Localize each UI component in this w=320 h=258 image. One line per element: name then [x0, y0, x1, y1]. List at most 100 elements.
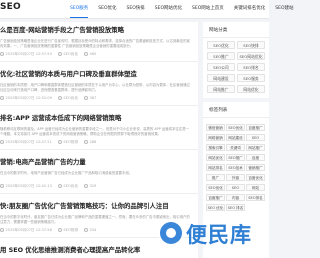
category-widget: 网站分类 SEO优化 SEO快排 SEO推广 SEO网站优化 SEO公司 SEO… — [203, 22, 269, 98]
article-category[interactable]: SEO优化 — [63, 184, 78, 189]
watermark: 便民库 — [160, 216, 270, 256]
article-meta: 2025年05月07日 12:52:09 SEO优化 367 — [0, 95, 96, 101]
folder-icon — [57, 96, 62, 100]
article-meta: 2025年05月07日 12:42:13 SEO优化 329 — [0, 183, 96, 189]
article-category[interactable]: SEO快排 — [63, 228, 78, 233]
article-category[interactable]: SEO优化 — [63, 96, 78, 101]
tag-item[interactable]: SEO优化 — [226, 124, 245, 131]
clock-icon — [0, 52, 4, 56]
article-category[interactable]: SEO优化 — [63, 52, 78, 57]
folder-icon — [57, 52, 62, 56]
divider — [0, 105, 198, 106]
tag-widget-title: 标签列表 — [209, 108, 228, 113]
article-excerpt: 广告营销投放策略是指企业在进行广告宣传时，根据目标受众的特点和需求，选择合适的广… — [0, 39, 190, 48]
article-title[interactable]: 快:朋友圈广告优化广告营销策略技巧：让你的品牌引人注目 — [0, 202, 196, 211]
folder-icon — [57, 140, 62, 144]
tag-item[interactable]: 关键词 — [226, 144, 245, 151]
article-views: 254 — [89, 228, 97, 232]
tag-item[interactable]: 百度推广 — [206, 194, 225, 201]
clock-icon — [0, 228, 4, 232]
tag-item[interactable]: 内链 — [226, 194, 245, 201]
category-seo-optimization[interactable]: SEO优化 — [207, 41, 235, 49]
category-seo-site-optimization[interactable]: SEO网站优化 — [237, 52, 265, 60]
tag-item[interactable]: 营销推广 — [246, 164, 265, 171]
article-meta: 2025年05月07日 12:47:21 SEO快排 286 — [0, 139, 96, 145]
main-nav: SEO服务 SEO优化 SEO快排 SEO网站优化 SEO网站上首页 关键词排名… — [70, 0, 304, 18]
clock-icon — [0, 96, 4, 100]
clock-icon — [0, 184, 4, 188]
category-seo-company[interactable]: SEO公司 — [207, 63, 235, 71]
tag-item[interactable]: SEO 排名 — [226, 204, 245, 211]
divider — [0, 149, 198, 150]
article-views: 329 — [89, 184, 97, 188]
article-meta: 2025年05月07日 12:57:53 SEO优化 465 — [0, 51, 96, 57]
article-meta: 2025年05月07日 12:37:58 SEO快排 254 — [0, 227, 96, 233]
eye-icon — [83, 228, 88, 232]
article-title[interactable]: 排名:APP 运营成本低成下的网络营销策略 — [0, 114, 196, 123]
article-date: 2025年05月07日 12:37:58 — [5, 227, 52, 232]
category-widget-title: 网站分类 — [209, 28, 228, 33]
article-excerpt: 随着移动互联网的普及，APP 运营已经成为企业营销的重要手段之一。但是对于中小企… — [0, 127, 189, 136]
article-date: 2025年05月07日 12:42:13 — [5, 183, 52, 188]
tag-item[interactable]: SEO推广 — [226, 154, 245, 161]
article-category[interactable]: SEO快排 — [63, 140, 78, 145]
article-excerpt: 社区营销的本质是：用户口碑和垂直群体塑造社区营销的本质在于以用户为中心，以社群为… — [0, 83, 190, 92]
article-views: 286 — [89, 140, 97, 144]
category-site-optimization[interactable]: 网站优化 — [237, 85, 265, 93]
eye-icon — [83, 52, 88, 56]
divider — [0, 61, 198, 62]
article-title[interactable]: 优化:社区营销的本质与用户口碑及垂直群体塑造 — [0, 70, 196, 79]
tag-item[interactable]: 百度优化 — [246, 174, 265, 181]
category-seo-promotion[interactable]: SEO推广 — [207, 52, 235, 60]
article-date: 2025年05月07日 12:52:09 — [5, 95, 52, 100]
nav-item-seo-site-optimization[interactable]: SEO网站优化 — [155, 0, 182, 18]
tag-item[interactable]: SEO — [226, 184, 245, 191]
eye-icon — [83, 184, 88, 188]
tag-item[interactable]: SEO — [246, 134, 265, 141]
article-date: 2025年05月07日 12:47:21 — [5, 139, 52, 144]
divider — [203, 37, 269, 38]
nav-item-seo-build[interactable]: SEO建站 — [275, 0, 293, 18]
category-seo-service[interactable]: SEO服务 — [237, 74, 265, 82]
tag-item[interactable]: 网站优化 — [206, 154, 225, 161]
tag-item[interactable]: SEO优化 — [206, 184, 225, 191]
divider — [0, 193, 198, 194]
article-title[interactable]: 营销:电商产品营销广告的力量 — [0, 158, 196, 167]
tag-item[interactable]: 百度推广 — [246, 124, 265, 131]
top-navigation-bar: SEO SEO服务 SEO优化 SEO快排 SEO网站优化 SEO网站上首页 关… — [0, 0, 294, 19]
nav-item-seo-quick-rank[interactable]: SEO快排 — [127, 0, 145, 18]
article-title[interactable]: 么是百度-网站营销手段之广告营销投放策略 — [0, 26, 196, 35]
clock-icon — [0, 140, 4, 144]
tag-item[interactable]: 网络营销 — [206, 134, 225, 141]
tag-item[interactable]: 微信营销 — [206, 124, 225, 131]
tag-item[interactable]: SEO技术 — [226, 164, 245, 171]
tag-item[interactable]: 推广 — [206, 174, 225, 181]
site-logo[interactable]: SEO — [0, 2, 21, 12]
tag-item[interactable]: 外链 — [226, 174, 245, 181]
nav-item-keyword-ranking[interactable]: 关键词排名优化 — [234, 0, 266, 18]
category-seo-quick-rank[interactable]: SEO快排 — [237, 41, 265, 49]
divider — [203, 117, 269, 118]
category-site-building[interactable]: 网站建设 — [207, 74, 235, 82]
tag-item[interactable]: 网站推广 — [246, 144, 265, 151]
nav-item-seo-optimization[interactable]: SEO优化 — [98, 0, 116, 18]
watermark-logo-icon — [160, 222, 182, 244]
watermark-text: 便民库 — [186, 223, 252, 247]
article-excerpt: 在当今的数字时代，电商产品营销广告已经成为企业推广产品和吸引消费者的重要手段。 — [0, 171, 133, 175]
tag-item[interactable]: SEO排名 — [246, 194, 265, 201]
article-views: 465 — [89, 52, 97, 56]
folder-icon — [57, 184, 62, 188]
tag-item[interactable]: 网站 — [246, 184, 265, 191]
folder-icon — [57, 228, 62, 232]
tag-item[interactable]: 搜索引擎 — [206, 144, 225, 151]
tag-item[interactable]: 百度 — [246, 154, 265, 161]
article-date: 2025年05月07日 12:57:53 — [5, 51, 52, 56]
nav-item-seo-service[interactable]: SEO服务 — [70, 0, 89, 18]
tag-item[interactable]: SEO 优化 — [206, 204, 225, 211]
category-site-promotion[interactable]: 网站推广 — [207, 85, 235, 93]
eye-icon — [83, 140, 88, 144]
tag-item[interactable]: 网站排名 — [206, 164, 225, 171]
category-seo-ranking[interactable]: SEO排名 — [237, 63, 265, 71]
tag-item[interactable]: 网站建设 — [226, 134, 245, 141]
nav-item-seo-homepage[interactable]: SEO网站上首页 — [192, 0, 224, 18]
